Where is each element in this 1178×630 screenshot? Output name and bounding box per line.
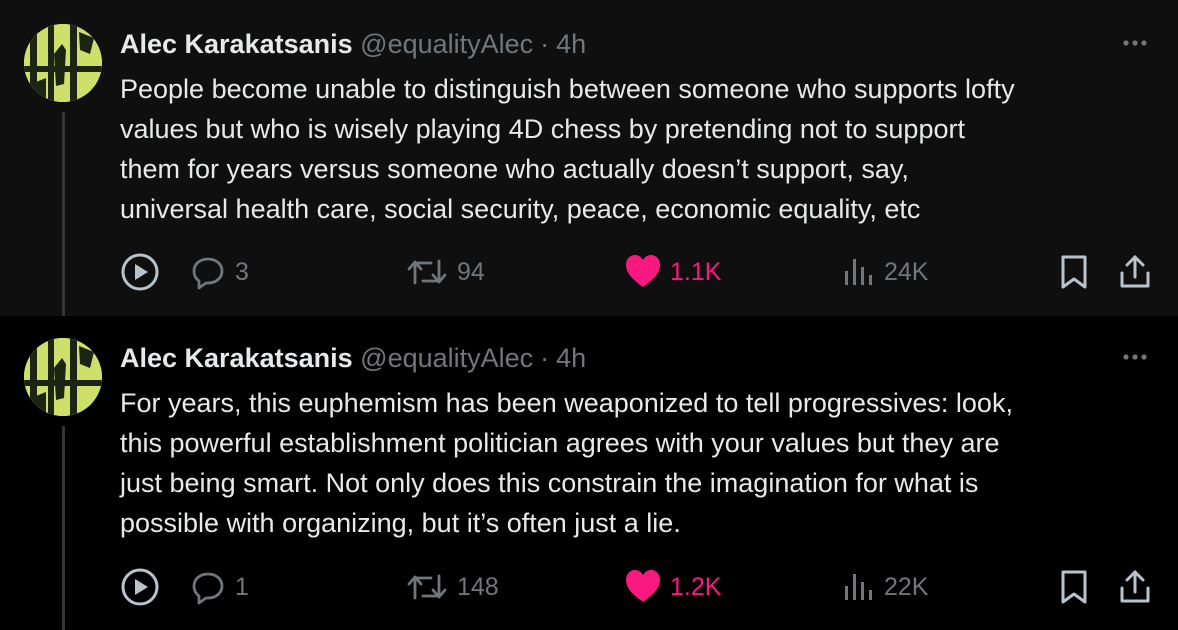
play-icon <box>121 568 159 606</box>
author-handle[interactable]: @equalityAlec <box>360 343 533 373</box>
avatar[interactable] <box>24 24 102 102</box>
tweet[interactable]: Alec Karakatsanis @equalityAlec · 4h For y… <box>0 316 1178 630</box>
tweet-header: Alec Karakatsanis @equalityAlec · 4h <box>120 24 586 64</box>
views-button[interactable]: 24K <box>842 250 928 294</box>
views-count: 22K <box>884 572 929 601</box>
heart-icon <box>626 255 660 287</box>
tweet[interactable]: Alec Karakatsanis @equalityAlec · 4h Peopl… <box>0 0 1178 316</box>
reply-icon <box>192 572 224 605</box>
like-button[interactable]: 1.1K <box>624 250 721 294</box>
repost-button[interactable]: 148 <box>405 565 499 609</box>
author-name[interactable]: Alec Karakatsanis <box>120 29 353 59</box>
repost-count: 148 <box>457 572 499 601</box>
tweet-timestamp[interactable]: 4h <box>556 29 586 59</box>
more-options-button[interactable] <box>1118 340 1152 374</box>
reply-icon <box>192 257 224 290</box>
play-icon <box>121 253 159 291</box>
reply-count: 3 <box>235 257 249 286</box>
reply-button[interactable]: 1 <box>189 565 249 609</box>
avatar[interactable] <box>24 338 102 416</box>
share-button[interactable] <box>1117 250 1153 294</box>
views-button[interactable]: 22K <box>842 565 928 609</box>
tweet-timestamp[interactable]: 4h <box>556 343 586 373</box>
tweet-text: For years, this euphemism has been weapo… <box>120 388 1013 538</box>
tweet-text: People become unable to distinguish betw… <box>120 74 1015 224</box>
avatar-image <box>24 338 102 416</box>
author-name[interactable]: Alec Karakatsanis <box>120 343 353 373</box>
heart-icon <box>626 570 660 602</box>
author-handle[interactable]: @equalityAlec <box>360 29 533 59</box>
more-options-button[interactable] <box>1118 26 1152 60</box>
tweet-actions: 1 148 1.2K 22K <box>0 565 1178 609</box>
repost-count: 94 <box>457 257 485 286</box>
share-button[interactable] <box>1117 565 1153 609</box>
more-icon <box>1123 40 1147 46</box>
like-count: 1.2K <box>670 572 722 601</box>
play-button[interactable] <box>118 250 162 294</box>
bookmark-button[interactable] <box>1057 250 1091 294</box>
retweet-icon <box>407 259 447 285</box>
reply-count: 1 <box>235 572 249 601</box>
tweet-actions: 3 94 1.1K 24K <box>0 250 1178 294</box>
play-button[interactable] <box>118 565 162 609</box>
like-count: 1.1K <box>670 257 722 286</box>
separator-dot: · <box>540 29 550 59</box>
tweet-header: Alec Karakatsanis @equalityAlec · 4h <box>120 338 586 378</box>
more-icon <box>1123 354 1147 360</box>
like-button[interactable]: 1.2K <box>624 565 721 609</box>
share-icon <box>1120 255 1150 288</box>
share-icon <box>1120 570 1150 603</box>
bookmark-icon <box>1061 570 1087 604</box>
avatar-image <box>24 24 102 102</box>
bookmark-icon <box>1061 255 1087 289</box>
retweet-icon <box>407 574 447 600</box>
separator-dot: · <box>540 343 550 373</box>
reply-button[interactable]: 3 <box>189 250 249 294</box>
bookmark-button[interactable] <box>1057 565 1091 609</box>
repost-button[interactable]: 94 <box>405 250 485 294</box>
views-icon <box>845 259 872 285</box>
views-icon <box>845 574 872 600</box>
views-count: 24K <box>884 257 929 286</box>
